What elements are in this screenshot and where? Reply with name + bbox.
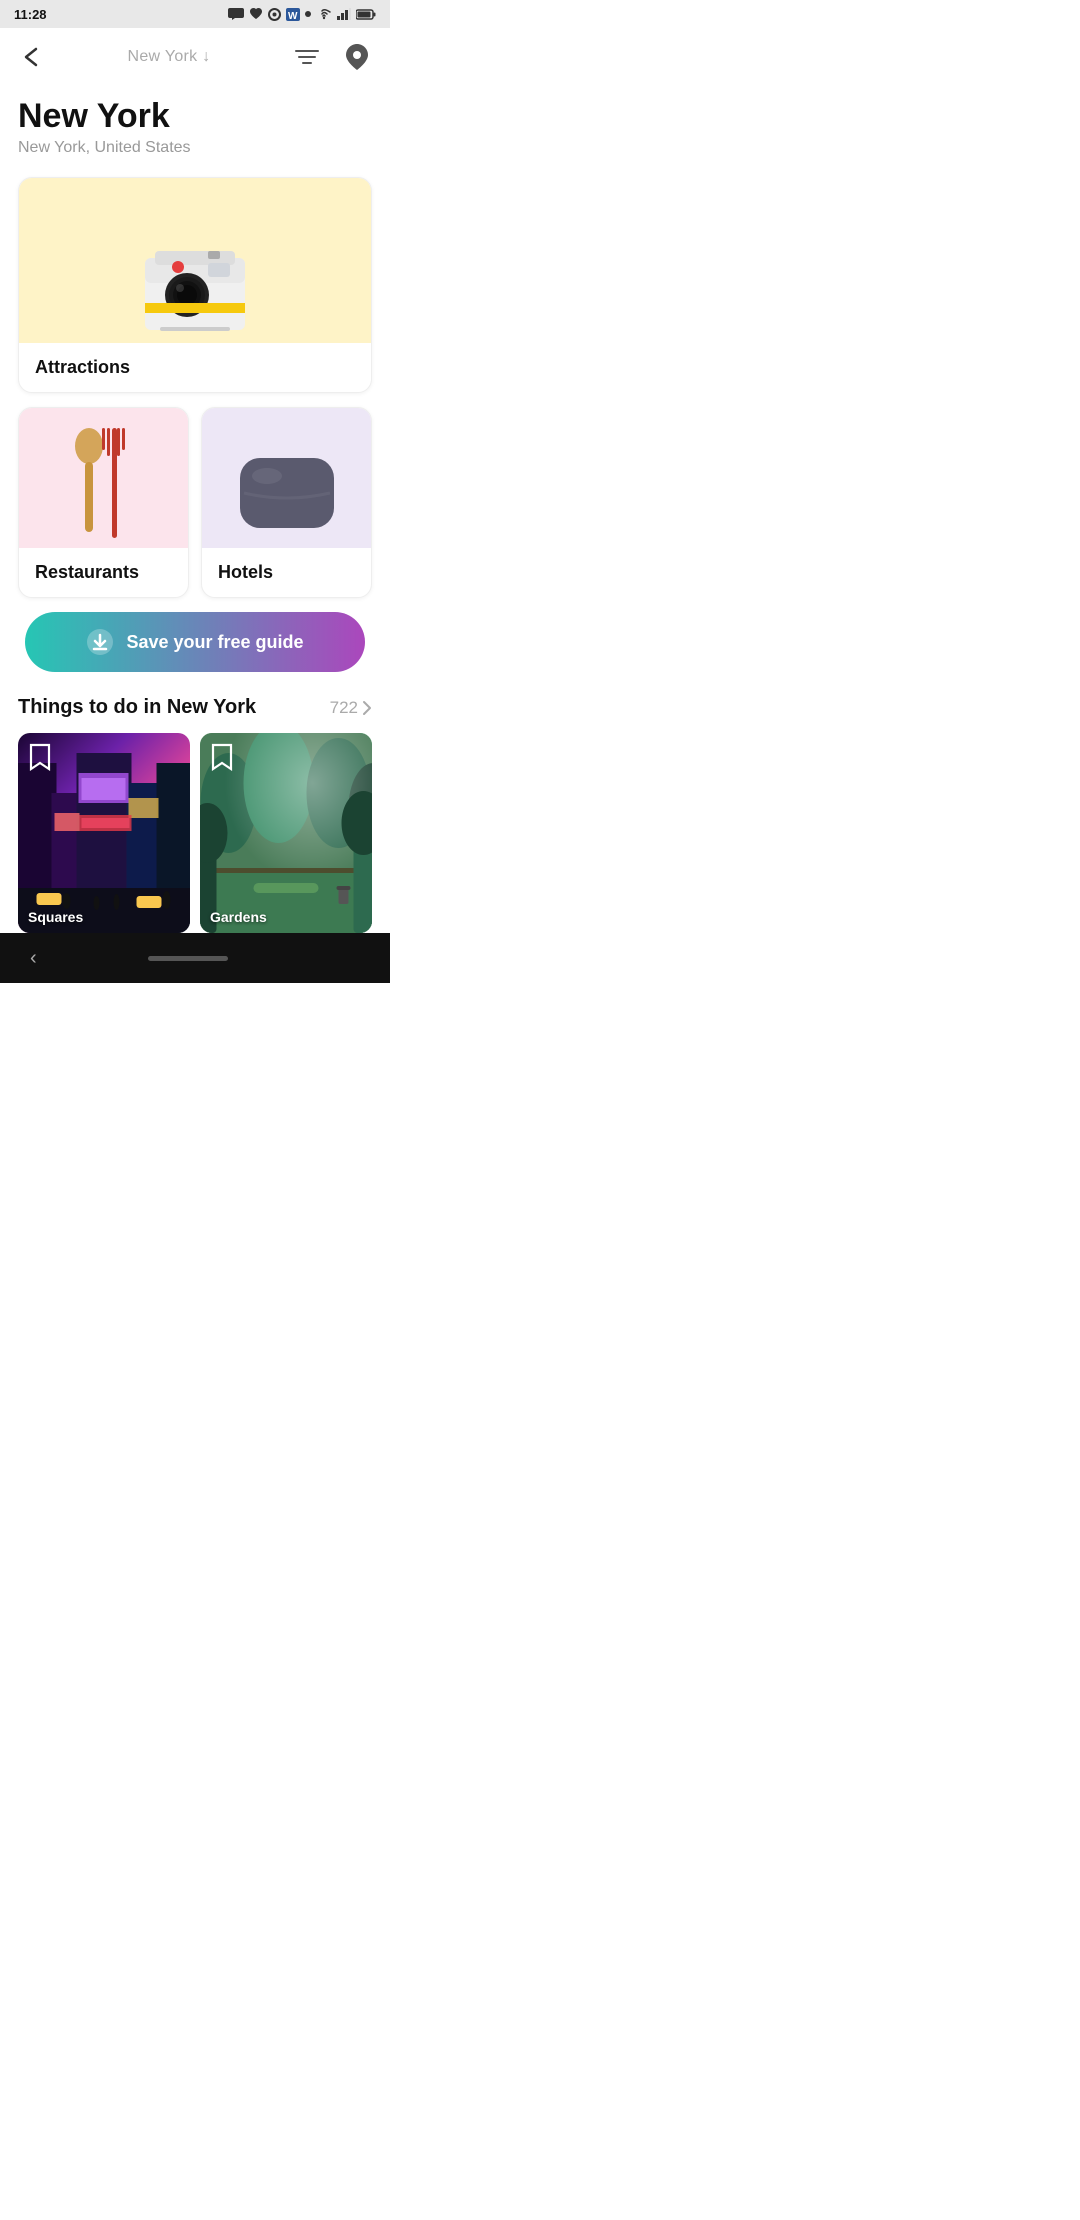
photo-grid: Squares: [0, 733, 390, 933]
main-content: New York New York, United States: [0, 86, 390, 598]
svg-text:W: W: [288, 11, 298, 21]
save-guide-button[interactable]: Save your free guide: [25, 612, 365, 672]
status-bar: 11:28 W: [0, 0, 390, 28]
category-cards-row: Restaurants Hotels: [18, 407, 372, 598]
dot-icon: [305, 11, 311, 17]
things-to-do-title: Things to do in New York: [18, 696, 256, 719]
chevron-right-icon: [362, 700, 372, 716]
central-park-label: Gardens: [210, 909, 267, 925]
top-nav: New York ↓: [0, 28, 390, 86]
restaurants-label: Restaurants: [19, 548, 188, 597]
message-icon: [228, 8, 244, 20]
things-to-do-header: Things to do in New York 722: [0, 696, 390, 719]
bottom-bar: ‹: [0, 933, 390, 983]
nav-action-icons: [290, 40, 372, 74]
hotels-label: Hotels: [202, 548, 371, 597]
attractions-image: [19, 178, 371, 343]
filter-icon: [294, 47, 320, 67]
location-button[interactable]: [342, 40, 372, 74]
wifi-icon: [316, 8, 332, 20]
pillow-svg: [232, 448, 342, 538]
status-time: 11:28: [14, 7, 47, 22]
hotels-card[interactable]: Hotels: [201, 407, 372, 598]
back-chevron[interactable]: ‹: [30, 947, 37, 970]
circle-icon: [268, 8, 281, 21]
attractions-card[interactable]: Attractions: [18, 177, 372, 393]
status-icons: W: [228, 8, 376, 21]
restaurants-card[interactable]: Restaurants: [18, 407, 189, 598]
things-to-do-count[interactable]: 722: [330, 698, 372, 718]
home-indicator: [148, 956, 228, 961]
heart-icon: [249, 8, 263, 20]
time-display: 11:28: [14, 7, 47, 22]
restaurants-image: [19, 408, 188, 548]
camera-svg: [130, 223, 260, 343]
times-square-label: Squares: [28, 909, 83, 925]
bookmark-icon-times-square[interactable]: [28, 743, 52, 776]
location-pin-icon: [346, 44, 368, 70]
back-arrow-icon: [22, 47, 44, 67]
nav-title: New York ↓: [127, 48, 210, 66]
bookmark-icon-central-park[interactable]: [210, 743, 234, 776]
filter-button[interactable]: [290, 43, 324, 71]
attractions-label: Attractions: [19, 343, 371, 392]
count-number: 722: [330, 698, 358, 718]
download-icon: [86, 628, 114, 656]
word-icon: W: [286, 8, 300, 21]
signal-icon: [337, 8, 351, 20]
bookmark-svg-2: [210, 743, 234, 771]
back-button[interactable]: [18, 43, 48, 71]
save-guide-label: Save your free guide: [126, 632, 303, 653]
bookmark-svg: [28, 743, 52, 771]
city-subtitle: New York, United States: [18, 139, 372, 157]
battery-icon: [356, 9, 376, 20]
hotels-image: [202, 408, 371, 548]
times-square-card[interactable]: Squares: [18, 733, 190, 933]
central-park-card[interactable]: Gardens: [200, 733, 372, 933]
cutlery-svg: [54, 418, 154, 548]
city-title: New York: [18, 98, 372, 135]
